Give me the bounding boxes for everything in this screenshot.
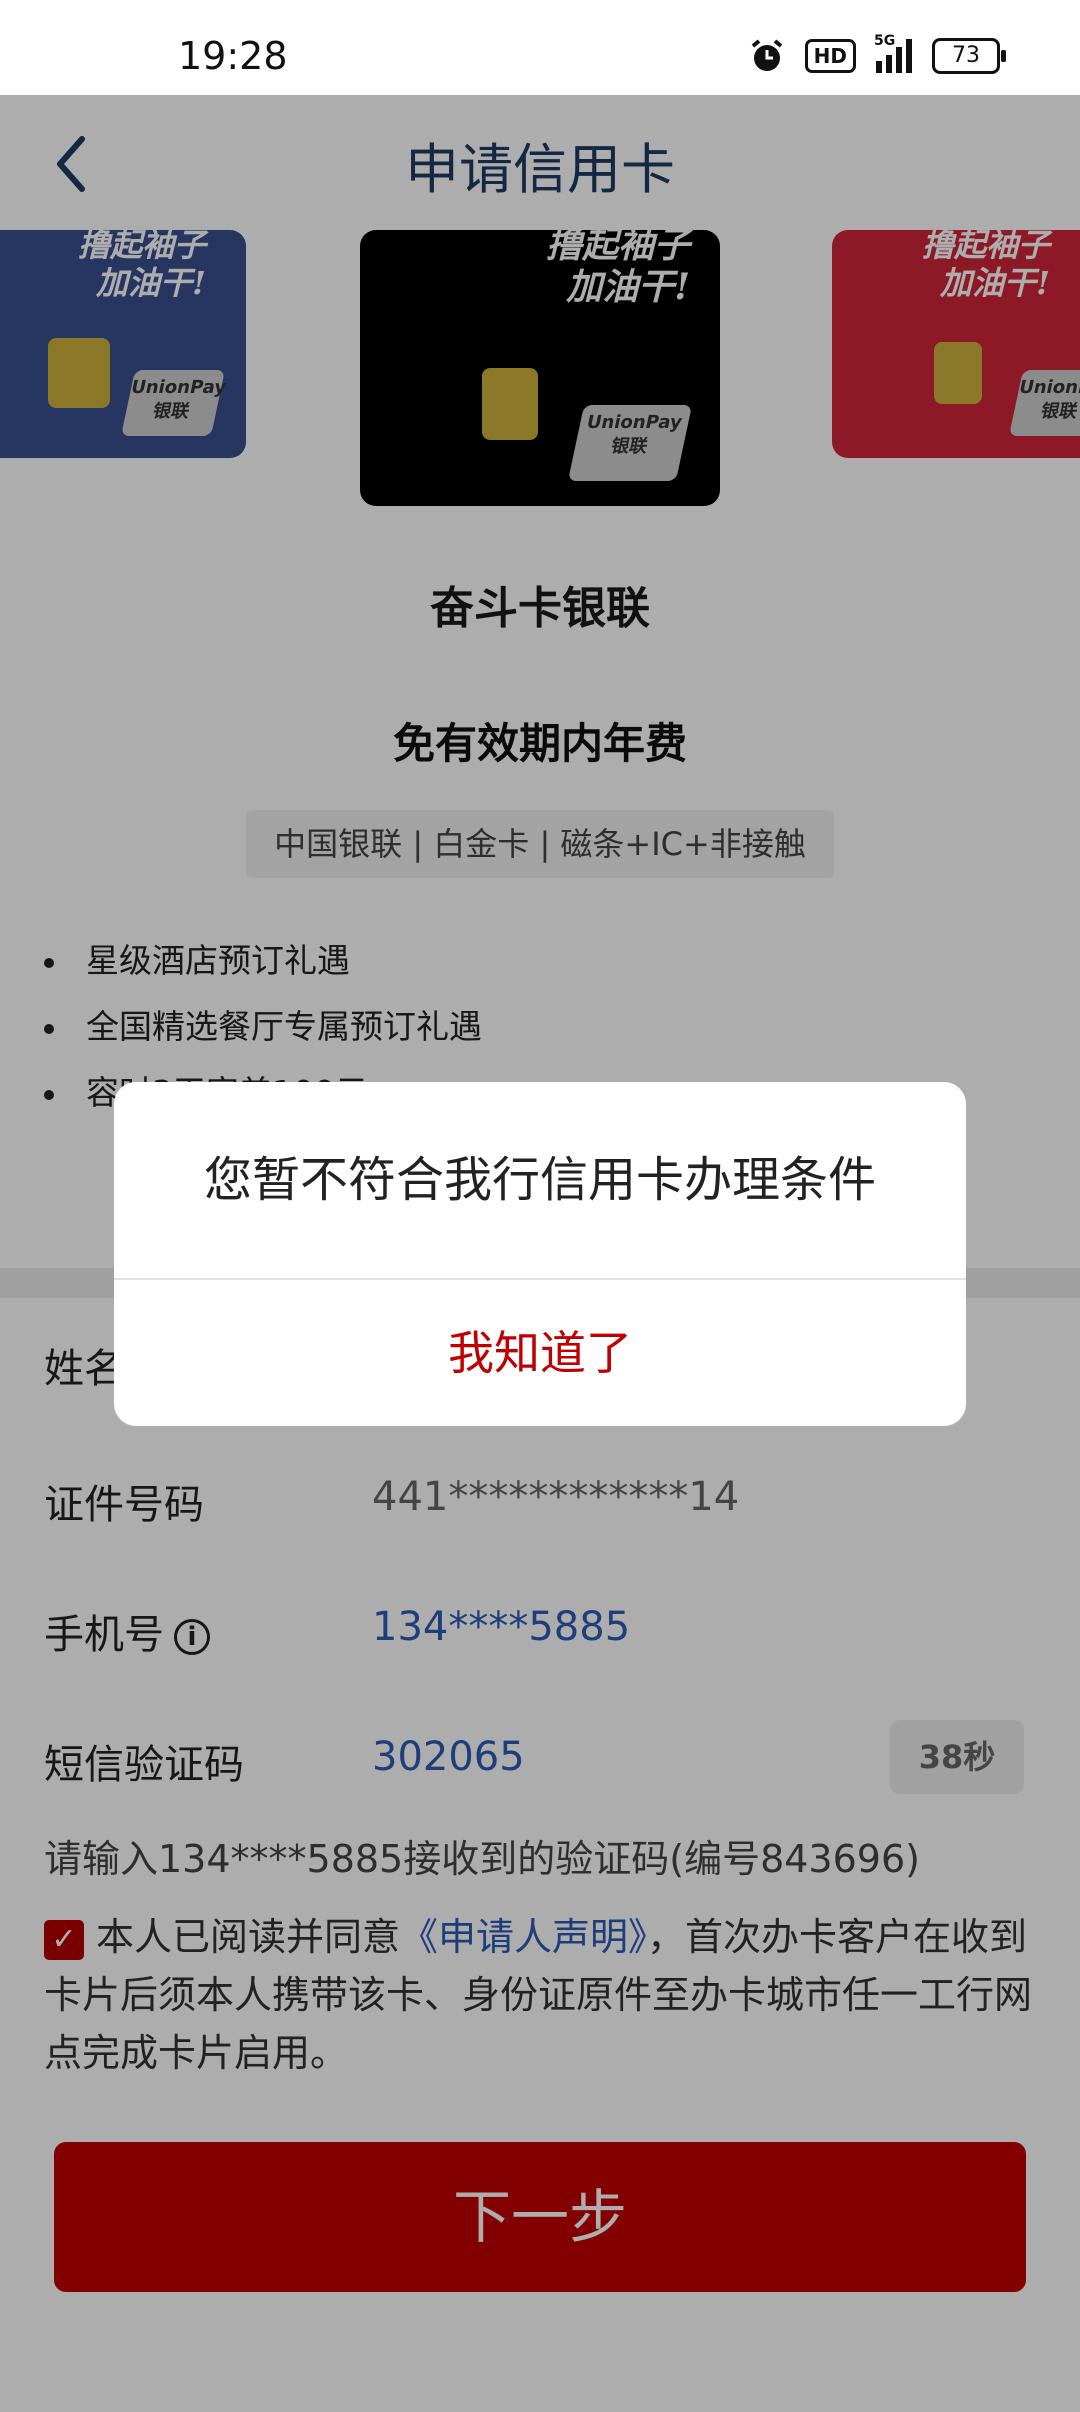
- signal-icon: 5G: [874, 33, 912, 73]
- dialog-confirm-button[interactable]: 我知道了: [114, 1280, 966, 1426]
- status-time: 19:28: [178, 34, 288, 78]
- alert-dialog: 您暂不符合我行信用卡办理条件 我知道了: [114, 1082, 966, 1426]
- status-icons: HD 5G 73: [749, 33, 1006, 74]
- network-label: 5G: [874, 33, 896, 49]
- alarm-icon: [751, 39, 782, 71]
- battery-icon: 73: [932, 38, 1006, 74]
- status-bar: 19:28 HD 5G 73: [0, 0, 1080, 95]
- hd-badge: HD: [804, 39, 856, 73]
- dialog-message: 您暂不符合我行信用卡办理条件: [203, 1152, 876, 1208]
